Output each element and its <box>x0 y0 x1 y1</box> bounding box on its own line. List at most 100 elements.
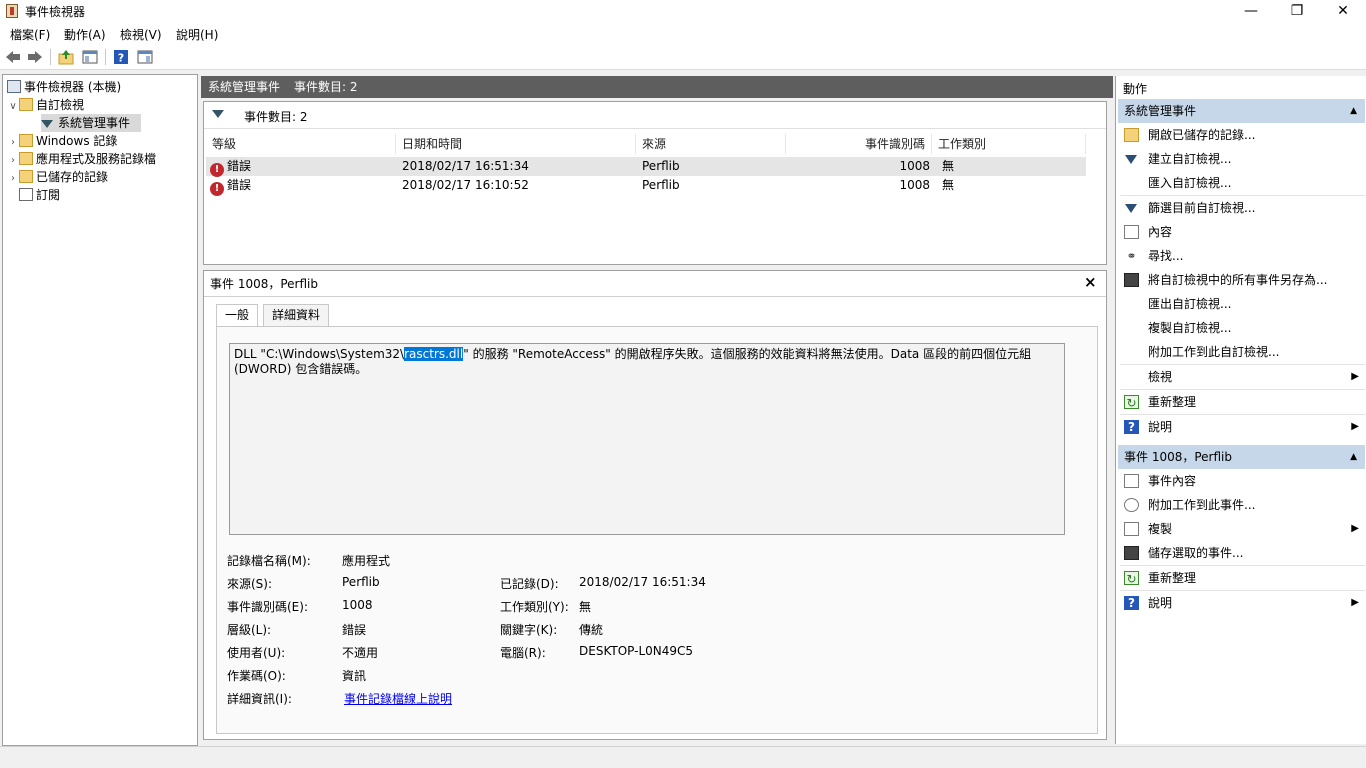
action-create-custom-view[interactable]: 建立自訂檢視... <box>1120 147 1365 171</box>
menu-help[interactable]: 說明(H) <box>176 26 218 43</box>
label-logged: 已記錄(D): <box>500 577 559 591</box>
back-arrow-icon[interactable] <box>5 49 21 65</box>
save-icon <box>1124 546 1139 560</box>
action-event-properties[interactable]: 事件內容 <box>1120 469 1365 493</box>
open-folder-icon <box>1124 128 1139 142</box>
collapse-up-icon[interactable]: ▲ <box>1350 99 1357 123</box>
menu-action[interactable]: 動作(A) <box>64 26 106 43</box>
action-save-all-events-as[interactable]: 將自訂檢視中的所有事件另存為... <box>1120 268 1365 292</box>
help-icon: ? <box>1124 420 1139 434</box>
action-open-saved-log[interactable]: 開啟已儲存的記錄... <box>1120 123 1365 147</box>
tree-item-root[interactable]: 事件檢視器 (本機) <box>7 78 121 96</box>
svg-text:?: ? <box>118 52 124 65</box>
restore-button[interactable]: ❐ <box>1274 0 1320 22</box>
tree-item-app-service-logs[interactable]: › 應用程式及服務記錄檔 <box>7 150 156 168</box>
value-computer: DESKTOP-L0N49C5 <box>579 644 694 658</box>
actions-title: 動作 <box>1123 82 1148 96</box>
column-header-task[interactable]: 工作類別 <box>932 134 1086 154</box>
action-import-custom-view[interactable]: 匯入自訂檢視... <box>1120 171 1365 195</box>
event-properties-icon <box>1124 474 1139 488</box>
action-copy-submenu[interactable]: 複製 ▶ <box>1120 517 1365 541</box>
action-export-custom-view[interactable]: 匯出自訂檢視... <box>1120 292 1365 316</box>
action-copy-custom-view[interactable]: 複製自訂檢視... <box>1120 316 1365 340</box>
column-header-datetime[interactable]: 日期和時間 <box>396 134 636 154</box>
submenu-arrow-icon: ▶ <box>1351 371 1359 382</box>
column-header-source[interactable]: 來源 <box>636 134 786 154</box>
action-refresh-event[interactable]: ↻ 重新整理 <box>1120 566 1365 590</box>
table-row[interactable]: ! 錯誤 2018/02/17 16:51:34 Perflib 1008 無 <box>206 157 1086 177</box>
tree-item-custom-views[interactable]: ∨ 自訂檢視 <box>7 96 84 114</box>
action-refresh[interactable]: ↻ 重新整理 <box>1120 390 1365 414</box>
tab-details[interactable]: 詳細資料 <box>263 304 330 326</box>
tree-item-windows-logs[interactable]: › Windows 記錄 <box>7 132 117 150</box>
tree-item-subscriptions[interactable]: 訂閱 <box>19 186 60 204</box>
collapse-up-icon[interactable]: ▲ <box>1350 445 1357 469</box>
refresh-icon: ↻ <box>1124 571 1139 586</box>
error-icon: ! <box>210 182 224 196</box>
action-help-event-submenu[interactable]: ? 說明 ▶ <box>1120 591 1365 615</box>
create-filter-icon <box>1125 155 1137 164</box>
minimize-button[interactable]: — <box>1228 0 1274 22</box>
pane-header-count: 事件數目: 2 <box>294 80 358 94</box>
value-level: 錯誤 <box>342 623 367 637</box>
action-find[interactable]: ⚭ 尋找... <box>1120 244 1365 268</box>
chevron-right-icon[interactable]: › <box>7 170 19 188</box>
up-folder-icon[interactable] <box>58 49 74 65</box>
value-log-name: 應用程式 <box>342 554 391 568</box>
divider <box>204 296 1106 297</box>
action-properties[interactable]: 內容 <box>1120 220 1365 244</box>
label-more-info: 詳細資訊(I): <box>227 692 292 706</box>
toolbar-separator <box>50 49 51 65</box>
action-view-submenu[interactable]: 檢視 ▶ <box>1120 365 1365 389</box>
value-source: Perflib <box>342 575 380 589</box>
detail-close-button[interactable]: × <box>1084 273 1097 291</box>
help-icon: ? <box>1124 596 1139 610</box>
table-row[interactable]: ! 錯誤 2018/02/17 16:10:52 Perflib 1008 無 <box>206 176 1086 196</box>
menu-file[interactable]: 檔案(F) <box>10 26 50 43</box>
selected-text: rasctrs.dll <box>404 347 464 361</box>
label-opcode: 作業碼(O): <box>227 669 286 683</box>
tree-item-admin-events[interactable]: 系統管理事件 <box>41 114 141 132</box>
label-event-id: 事件識別碼(E): <box>227 600 308 614</box>
event-log-online-help-link[interactable]: 事件記錄檔線上說明 <box>344 690 452 707</box>
toolbar: ? <box>0 44 1366 70</box>
action-help-submenu[interactable]: ? 說明 ▶ <box>1120 415 1365 439</box>
label-keywords: 關鍵字(K): <box>500 623 558 637</box>
value-task: 無 <box>579 600 592 614</box>
close-button[interactable]: ✕ <box>1320 0 1366 22</box>
label-user: 使用者(U): <box>227 646 286 660</box>
value-keywords: 傳統 <box>579 623 604 637</box>
error-icon: ! <box>210 163 224 177</box>
tree-item-saved-logs[interactable]: › 已儲存的記錄 <box>7 168 108 186</box>
column-header-level[interactable]: 等級 <box>206 134 396 154</box>
event-count: 事件數目: 2 <box>244 110 308 124</box>
forward-arrow-icon[interactable] <box>27 49 43 65</box>
action-attach-task-to-event[interactable]: 附加工作到此事件... <box>1120 493 1365 517</box>
attach-task-icon <box>1124 498 1139 512</box>
column-header-event-id[interactable]: 事件識別碼 <box>786 134 932 154</box>
label-task: 工作類別(Y): <box>500 600 569 614</box>
label-computer: 電腦(R): <box>500 646 546 660</box>
submenu-arrow-icon: ▶ <box>1351 523 1359 534</box>
action-attach-task-to-view[interactable]: 附加工作到此自訂檢視... <box>1120 340 1365 364</box>
event-list-pane: 事件數目: 2 等級 日期和時間 來源 事件識別碼 工作類別 ! 錯誤 2018/… <box>203 101 1107 265</box>
refresh-icon: ↻ <box>1124 395 1139 410</box>
chevron-down-icon[interactable]: ∨ <box>7 98 19 116</box>
show-hide-action-pane-icon[interactable] <box>137 49 153 65</box>
general-tab-panel: DLL "C:\Windows\System32\rasctrs.dll" 的服… <box>216 326 1098 734</box>
action-save-selected-events[interactable]: 儲存選取的事件... <box>1120 541 1365 565</box>
help-icon[interactable]: ? <box>113 49 129 65</box>
tab-general[interactable]: 一般 <box>216 304 259 327</box>
menu-view[interactable]: 檢視(V) <box>120 26 162 43</box>
section-event-1008[interactable]: 事件 1008，Perflib ▲ <box>1118 445 1365 469</box>
event-viewer-app-icon <box>6 4 18 18</box>
event-description[interactable]: DLL "C:\Windows\System32\rasctrs.dll" 的服… <box>229 343 1065 535</box>
show-hide-console-tree-icon[interactable] <box>82 49 98 65</box>
submenu-arrow-icon: ▶ <box>1351 597 1359 608</box>
value-user: 不適用 <box>342 646 379 660</box>
value-logged: 2018/02/17 16:51:34 <box>579 575 706 589</box>
filter-icon <box>1125 204 1137 213</box>
action-filter-current-view[interactable]: 篩選目前自訂檢視... <box>1120 196 1365 220</box>
actions-pane: 動作 系統管理事件 ▲ 開啟已儲存的記錄... 建立自訂檢視... 匯入自訂檢視.… <box>1115 76 1366 744</box>
section-admin-events[interactable]: 系統管理事件 ▲ <box>1118 99 1365 123</box>
